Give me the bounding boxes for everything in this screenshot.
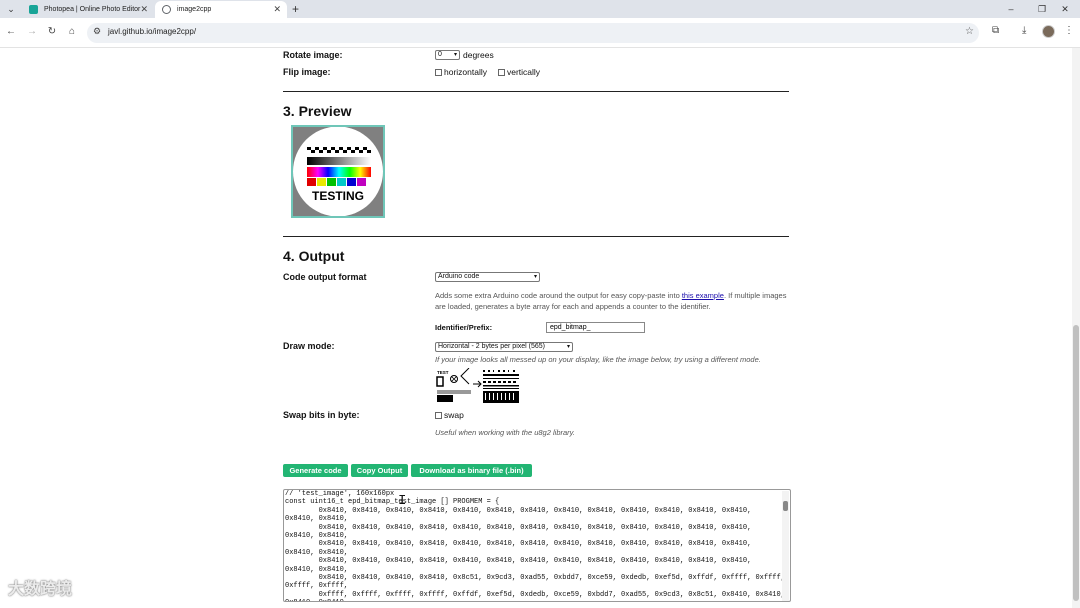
tab-photopea[interactable]: Photopea | Online Photo Editor ✕ — [22, 1, 154, 18]
code-line: 0x8410, 0x8410, — [285, 515, 349, 524]
swap-label: Swap bits in byte: — [283, 410, 360, 420]
flip-horizontal-option[interactable]: horizontally — [435, 67, 487, 77]
code-scrollbar[interactable] — [782, 491, 789, 601]
code-line: 0xffff, 0xffff, 0xffff, 0xffff, 0xffdf, … — [285, 590, 785, 599]
code-scroll-thumb[interactable] — [783, 501, 788, 511]
swap-option-text: swap — [444, 410, 464, 420]
example-link[interactable]: this example — [682, 291, 724, 300]
tab-search-chevron-icon[interactable]: ⌄ — [4, 2, 18, 16]
home-icon[interactable]: ⌂ — [65, 25, 79, 39]
tab-close-icon[interactable]: ✕ — [140, 1, 148, 18]
flip-vertical-text: vertically — [507, 67, 541, 77]
back-arrow-icon[interactable]: ← — [4, 25, 18, 39]
swap-option[interactable]: swap — [435, 410, 464, 420]
tab-title: image2cpp — [177, 6, 212, 13]
code-line: 0x8410, 0x8410, 0x8410, 0x8410, 0x8410, … — [285, 540, 752, 549]
swap-hint: Useful when working with the u8g2 librar… — [435, 428, 575, 437]
chevron-down-icon: ▾ — [453, 52, 457, 58]
new-tab-plus-icon[interactable]: + — [292, 1, 299, 17]
draw-mode-label: Draw mode: — [283, 341, 335, 351]
tab-image2cpp[interactable]: image2cpp ✕ — [155, 1, 287, 18]
code-line: 0xffff, 0xffff, — [285, 582, 349, 591]
svg-text:TEST: TEST — [437, 370, 449, 375]
code-line: 0x8410, 0x8410, 0x8410, 0x8410, 0x8c51, … — [285, 574, 785, 583]
test-pattern-image: TESTING — [293, 126, 383, 217]
draw-mode-hint: If your image looks all messed up on you… — [435, 355, 761, 364]
site-info-icon[interactable]: ⚙ — [93, 26, 101, 37]
code-line: 0x8410, 0x8410, — [284, 599, 790, 601]
rotate-unit: degrees — [463, 50, 494, 60]
chevron-down-icon: ▾ — [566, 344, 570, 350]
tab-close-icon[interactable]: ✕ — [273, 1, 281, 18]
extensions-icon[interactable]: ⧉ — [992, 25, 999, 36]
rotate-value: 0 — [438, 51, 442, 58]
format-label: Code output format — [283, 272, 367, 282]
text-cursor-icon: I — [398, 493, 407, 509]
format-select[interactable]: Arduino code ▾ — [435, 272, 540, 282]
reload-icon[interactable]: ↻ — [45, 25, 59, 39]
identifier-input[interactable]: epd_bitmap_ — [546, 322, 645, 333]
browser-toolbar: ← → ↻ ⌂ ⚙ javl.github.io/image2cpp/ ☆ ⧉ … — [0, 18, 1080, 48]
photopea-favicon-icon — [29, 5, 38, 14]
code-lines: // 'test_image', 160x160px const uint16_t… — [284, 490, 790, 601]
copy-output-button[interactable]: Copy Output — [351, 464, 408, 477]
bookmark-star-icon[interactable]: ☆ — [965, 26, 974, 37]
checkbox-vertical[interactable] — [498, 69, 505, 76]
tab-title: Photopea | Online Photo Editor — [44, 6, 141, 13]
close-window-button[interactable]: ✕ — [1050, 0, 1080, 18]
rotate-label: Rotate image: — [283, 50, 343, 60]
preview-heading: 3. Preview — [283, 103, 352, 119]
preview-canvas: TESTING — [291, 125, 385, 218]
format-value: Arduino code — [438, 273, 480, 280]
draw-mode-select[interactable]: Horizontal - 2 bytes per pixel (565) ▾ — [435, 342, 573, 352]
code-line: 0x8410, 0x8410, 0x8410, 0x8410, 0x8410, … — [285, 557, 752, 566]
section-divider — [283, 236, 789, 237]
url-text[interactable]: javl.github.io/image2cpp/ — [108, 27, 196, 36]
flip-vertical-option[interactable]: vertically — [498, 67, 540, 77]
checkbox-horizontal[interactable] — [435, 69, 442, 76]
section-divider — [283, 91, 789, 92]
draw-mode-value: Horizontal - 2 bytes per pixel (565) — [438, 343, 545, 350]
profile-avatar[interactable] — [1042, 25, 1055, 38]
code-line: 0x8410, 0x8410, — [285, 532, 349, 541]
code-line: // 'test_image', 160x160px — [285, 490, 395, 498]
code-output-textarea[interactable]: // 'test_image', 160x160px const uint16_t… — [283, 489, 791, 602]
code-line: 0x8410, 0x8410, — [285, 565, 349, 574]
rotate-select[interactable]: 0 ▾ — [435, 50, 460, 60]
globe-icon — [162, 5, 171, 14]
code-line: 0x8410, 0x8410, 0x8410, 0x8410, 0x8410, … — [285, 523, 752, 532]
messed-up-example-image: TEST — [436, 368, 519, 403]
format-desc-text: Adds some extra Arduino code around the … — [435, 291, 682, 300]
checkbox-swap[interactable] — [435, 412, 442, 419]
watermark-logo: 大数跨境 — [8, 581, 73, 598]
download-binary-button[interactable]: Download as binary file (.bin) — [411, 464, 532, 477]
preview-badge-text: TESTING — [312, 189, 364, 203]
address-bar[interactable]: ⚙ javl.github.io/image2cpp/ ☆ — [87, 23, 979, 43]
minimize-button[interactable]: – — [996, 0, 1026, 18]
page-scroll-thumb[interactable] — [1073, 325, 1079, 601]
menu-kebab-icon[interactable]: ⋮ — [1064, 25, 1074, 36]
code-line: 0x8410, 0x8410, — [285, 548, 349, 557]
browser-tab-strip: ⌄ Photopea | Online Photo Editor ✕ image… — [0, 0, 1080, 18]
code-line: const uint16_t epd_bitmap_test_image [] … — [285, 498, 500, 507]
chevron-down-icon: ▾ — [533, 274, 537, 280]
code-line: 0x8410, 0x8410, 0x8410, 0x8410, 0x8410, … — [285, 506, 752, 515]
page-scrollbar[interactable] — [1072, 48, 1080, 608]
forward-arrow-icon[interactable]: → — [25, 25, 39, 39]
format-description: Adds some extra Arduino code around the … — [435, 290, 790, 312]
flip-horizontal-text: horizontally — [444, 67, 487, 77]
download-icon[interactable]: ⤓ — [1022, 25, 1026, 36]
output-heading: 4. Output — [283, 248, 345, 264]
generate-code-button[interactable]: Generate code — [283, 464, 348, 477]
flip-label: Flip image: — [283, 67, 331, 77]
